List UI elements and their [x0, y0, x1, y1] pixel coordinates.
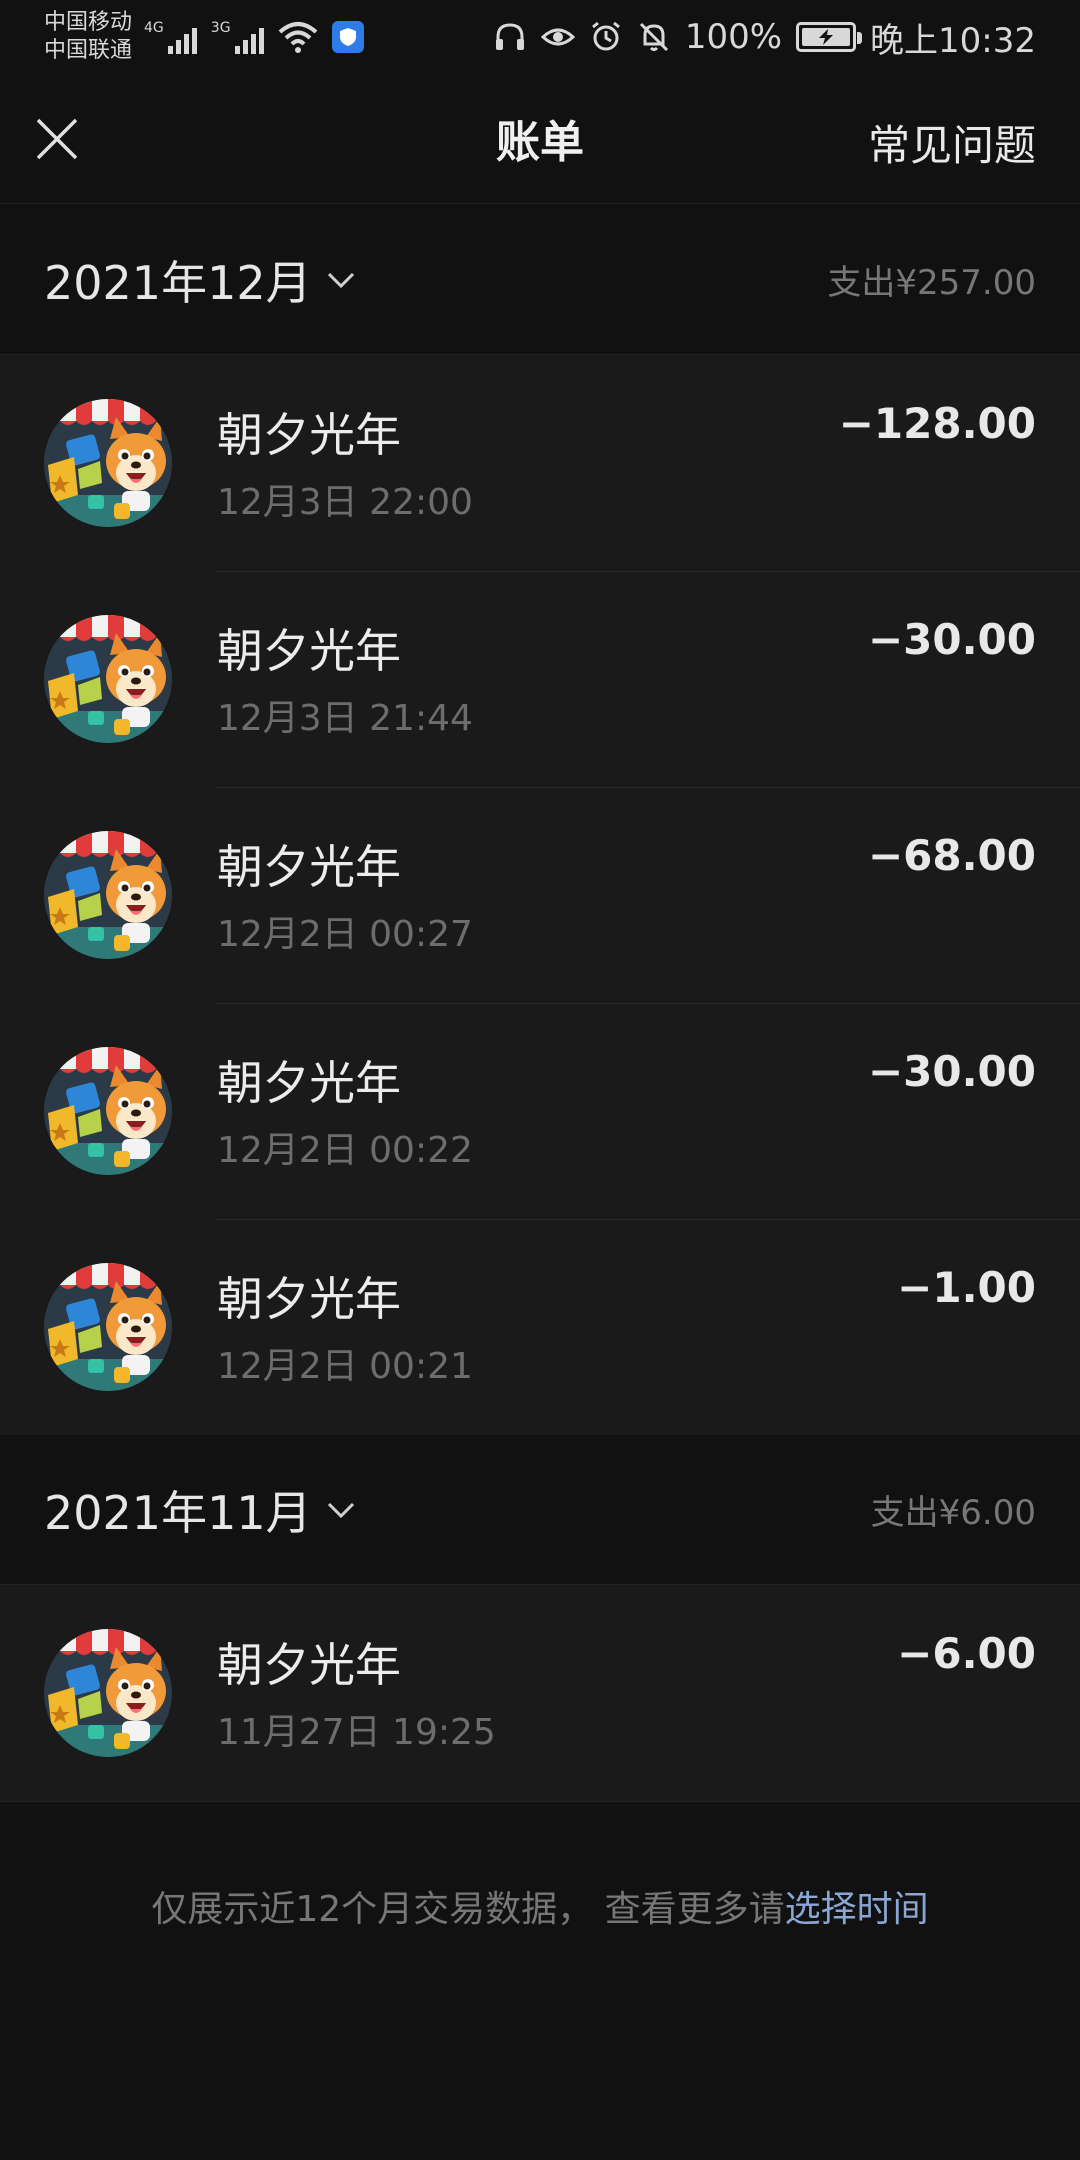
merchant-name: 朝夕光年	[217, 408, 401, 462]
transaction-time: 12月2日 00:21	[217, 1346, 473, 1387]
chevron-down-icon	[327, 1502, 354, 1518]
transaction-row[interactable]: 朝夕光年 12月3日 22:00 −128.00	[0, 355, 1080, 571]
merchant-avatar	[44, 1263, 172, 1391]
merchant-name: 朝夕光年	[217, 840, 401, 894]
transaction-amount: −30.00	[867, 1047, 1036, 1096]
month-label: 2021年12月	[44, 255, 312, 310]
month-label: 2021年11月	[44, 1485, 312, 1540]
history-limit-note: 仅展示近12个月交易数据， 查看更多请选择时间	[0, 1880, 1080, 1932]
merchant-avatar	[44, 1629, 172, 1757]
carrier-1: 中国移动	[44, 10, 133, 35]
top-nav-bar: 账单 常见问题	[0, 74, 1080, 204]
month-header-nov: 2021年11月 支出¥6.00	[0, 1435, 1080, 1585]
signal-group: 4G 3G	[144, 20, 274, 54]
faq-link[interactable]: 常见问题	[868, 112, 1036, 173]
transaction-list-nov: 朝夕光年 11月27日 19:25 −6.00	[0, 1585, 1080, 1802]
transaction-row[interactable]: 朝夕光年 12月2日 00:22 −30.00	[0, 1003, 1080, 1219]
status-bar: 中国移动 中国联通 4G 3G 100% 晚上10:32	[0, 0, 1080, 74]
merchant-avatar	[44, 615, 172, 743]
wifi-icon	[278, 22, 317, 53]
carrier-2: 中国联通	[44, 38, 133, 63]
mute-bell-icon	[639, 22, 668, 52]
note-text: 仅展示近12个月交易数据， 查看更多请	[151, 1889, 785, 1930]
select-time-link[interactable]: 选择时间	[785, 1889, 929, 1930]
merchant-name: 朝夕光年	[217, 1056, 401, 1110]
transaction-time: 12月2日 00:22	[217, 1130, 473, 1171]
alarm-icon	[591, 21, 620, 51]
signal-bars-2-icon	[234, 24, 264, 54]
month-header-dec: 2021年12月 支出¥257.00	[0, 205, 1080, 355]
merchant-name: 朝夕光年	[217, 624, 401, 678]
security-shield-icon	[331, 21, 364, 53]
headphones-icon	[495, 23, 524, 50]
transaction-time: 11月27日 19:25	[217, 1712, 496, 1753]
transaction-time: 12月3日 21:44	[217, 698, 473, 739]
transaction-time: 12月2日 00:27	[217, 914, 473, 955]
merchant-name: 朝夕光年	[217, 1638, 401, 1692]
transaction-row[interactable]: 朝夕光年 12月2日 00:21 −1.00	[0, 1219, 1080, 1435]
transaction-time: 12月3日 22:00	[217, 482, 473, 523]
battery-icon	[796, 22, 863, 52]
net-type-2: 3G	[210, 20, 231, 36]
transaction-row[interactable]: 朝夕光年 11月27日 19:25 −6.00	[0, 1585, 1080, 1801]
transaction-amount: −1.00	[897, 1263, 1036, 1312]
transaction-row[interactable]: 朝夕光年 12月2日 00:27 −68.00	[0, 787, 1080, 1003]
clock: 晚上10:32	[870, 20, 1036, 61]
status-right: 100% 晚上10:32	[493, 13, 1036, 62]
month-spend-total: 支出¥257.00	[827, 263, 1036, 303]
transaction-list-dec: 朝夕光年 12月3日 22:00 −128.00 朝夕光年 12月3日 21:4…	[0, 355, 1080, 1435]
transaction-amount: −30.00	[867, 615, 1036, 664]
net-type-1: 4G	[144, 20, 164, 36]
merchant-name: 朝夕光年	[217, 1272, 401, 1326]
merchant-avatar	[44, 831, 172, 959]
transaction-amount: −6.00	[897, 1629, 1036, 1678]
battery-percent: 100%	[684, 17, 783, 57]
transaction-row[interactable]: 朝夕光年 12月3日 21:44 −30.00	[0, 571, 1080, 787]
transaction-amount: −68.00	[867, 831, 1036, 880]
transaction-amount: −128.00	[838, 399, 1036, 448]
month-selector[interactable]: 2021年11月	[44, 1477, 356, 1543]
carrier-names: 中国移动 中国联通	[44, 9, 132, 65]
signal-bars-1-icon	[167, 24, 197, 54]
month-selector[interactable]: 2021年12月	[44, 247, 356, 313]
month-spend-total: 支出¥6.00	[870, 1493, 1036, 1533]
merchant-avatar	[44, 1047, 172, 1175]
merchant-avatar	[44, 399, 172, 527]
eye-icon	[540, 28, 575, 46]
chevron-down-icon	[327, 272, 354, 288]
